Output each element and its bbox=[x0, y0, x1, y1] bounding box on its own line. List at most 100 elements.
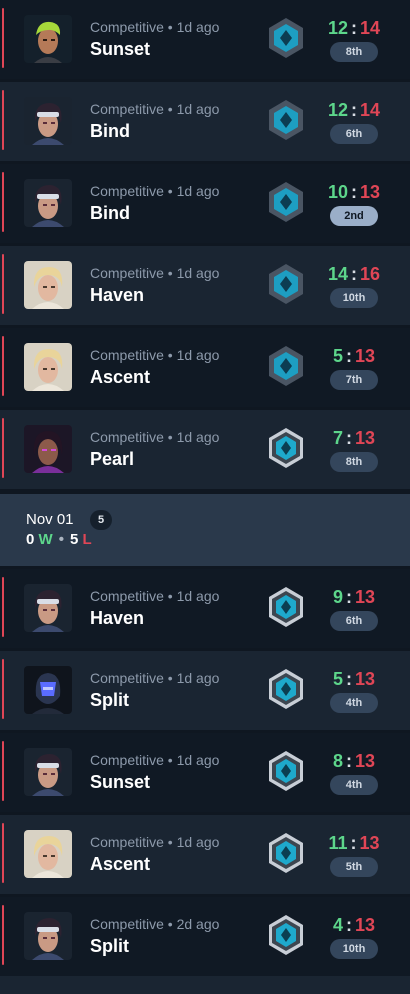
placement-badge: 5th bbox=[330, 857, 378, 877]
agent-avatar bbox=[24, 425, 72, 473]
map-name: Bind bbox=[90, 121, 130, 141]
match-row[interactable]: Competitive • 1d ago Split 5:13 4th bbox=[0, 651, 410, 730]
rounds-won: 5 bbox=[332, 346, 343, 366]
day-date: Nov 01 bbox=[26, 511, 74, 528]
agent-avatar bbox=[24, 343, 72, 391]
map-name: Ascent bbox=[90, 367, 151, 387]
agent-avatar bbox=[24, 97, 72, 145]
match-row[interactable]: Competitive • 1d ago Ascent 5:13 7th bbox=[0, 328, 410, 407]
rounds-lost: 16 bbox=[360, 264, 381, 284]
rounds-won: 7 bbox=[332, 428, 343, 448]
day-record: 0 W • 5 L bbox=[26, 531, 92, 548]
rank-icon bbox=[264, 913, 308, 957]
map-name: Split bbox=[90, 690, 129, 710]
rounds-won: 9 bbox=[332, 587, 343, 607]
rank-icon bbox=[264, 262, 308, 306]
match-score: 5:13 bbox=[318, 346, 390, 367]
match-mode-time: Competitive • 1d ago bbox=[90, 265, 220, 281]
rank-icon bbox=[264, 749, 308, 793]
loss-indicator bbox=[2, 90, 4, 150]
agent-avatar bbox=[24, 584, 72, 632]
match-mode-time: Competitive • 1d ago bbox=[90, 834, 220, 850]
agent-avatar bbox=[24, 261, 72, 309]
placement-badge: 10th bbox=[330, 939, 378, 959]
score-separator: : bbox=[351, 182, 357, 202]
loss-indicator bbox=[2, 418, 4, 478]
loss-indicator bbox=[2, 905, 4, 965]
agent-avatar bbox=[24, 748, 72, 796]
agent-avatar bbox=[24, 830, 72, 878]
match-mode-time: Competitive • 1d ago bbox=[90, 347, 220, 363]
score-separator: : bbox=[345, 669, 352, 689]
match-score: 10:13 bbox=[318, 182, 390, 203]
rounds-lost: 14 bbox=[360, 18, 381, 38]
match-row[interactable]: Competitive • 1d ago Sunset 8:13 4th bbox=[0, 733, 410, 812]
rounds-won: 5 bbox=[332, 669, 343, 689]
match-score: 11:13 bbox=[318, 833, 390, 854]
match-mode-time: Competitive • 2d ago bbox=[90, 916, 220, 932]
rank-icon bbox=[264, 98, 308, 142]
match-score: 4:13 bbox=[318, 915, 390, 936]
score-separator: : bbox=[350, 833, 357, 853]
match-score: 9:13 bbox=[318, 587, 390, 608]
placement-badge: 2nd bbox=[330, 206, 378, 226]
score-separator: : bbox=[345, 751, 352, 771]
match-mode-time: Competitive • 1d ago bbox=[90, 670, 220, 686]
rank-icon bbox=[264, 180, 308, 224]
rounds-lost: 13 bbox=[354, 346, 376, 366]
rank-icon bbox=[264, 16, 308, 60]
rank-icon bbox=[264, 667, 308, 711]
placement-badge: 8th bbox=[330, 452, 378, 472]
map-name: Split bbox=[90, 936, 129, 956]
loss-indicator bbox=[2, 336, 4, 396]
match-row[interactable]: Competitive • 1d ago Haven 9:13 6th bbox=[0, 569, 410, 648]
loss-indicator bbox=[2, 659, 4, 719]
rank-icon bbox=[264, 344, 308, 388]
losses-label: L bbox=[82, 531, 92, 548]
match-mode-time: Competitive • 1d ago bbox=[90, 429, 220, 445]
match-score: 7:13 bbox=[318, 428, 390, 449]
score-separator: : bbox=[345, 915, 352, 935]
agent-avatar bbox=[24, 179, 72, 227]
match-count-badge: 5 bbox=[90, 510, 112, 530]
record-separator: • bbox=[58, 531, 64, 548]
wins-label: W bbox=[38, 531, 53, 548]
loss-indicator bbox=[2, 823, 4, 883]
day-summary-header[interactable]: Nov 01 5 0 W • 5 L bbox=[0, 494, 410, 566]
placement-badge: 8th bbox=[330, 42, 378, 62]
match-row[interactable]: Competitive • 1d ago Bind 12:14 6th bbox=[0, 82, 410, 161]
score-separator: : bbox=[345, 346, 352, 366]
rounds-lost: 13 bbox=[360, 182, 381, 202]
match-row[interactable]: Competitive • 1d ago Ascent 11:13 5th bbox=[0, 815, 410, 894]
match-score: 12:14 bbox=[318, 18, 390, 39]
loss-indicator bbox=[2, 172, 4, 232]
match-row[interactable]: Competitive • 1d ago Pearl 7:13 8th bbox=[0, 410, 410, 489]
rank-icon bbox=[264, 831, 308, 875]
score-separator: : bbox=[345, 428, 352, 448]
map-name: Bind bbox=[90, 203, 130, 223]
rank-icon bbox=[264, 585, 308, 629]
match-score: 12:14 bbox=[318, 100, 390, 121]
match-row[interactable]: Competitive • 1d ago Sunset 12:14 8th bbox=[0, 0, 410, 79]
match-mode-time: Competitive • 1d ago bbox=[90, 101, 220, 117]
match-mode-time: Competitive • 1d ago bbox=[90, 183, 220, 199]
placement-badge: 6th bbox=[330, 124, 378, 144]
rounds-lost: 13 bbox=[354, 669, 376, 689]
rounds-lost: 14 bbox=[360, 100, 381, 120]
match-history-list: Competitive • 1d ago Sunset 12:14 8th Co… bbox=[0, 0, 410, 994]
match-score: 8:13 bbox=[318, 751, 390, 772]
match-row[interactable]: Competitive • 1d ago Bind 10:13 2nd bbox=[0, 164, 410, 243]
map-name: Haven bbox=[90, 608, 145, 628]
score-separator: : bbox=[351, 100, 357, 120]
match-row[interactable]: Competitive • 1d ago Haven 14:16 10th bbox=[0, 246, 410, 325]
placement-badge: 10th bbox=[330, 288, 378, 308]
placement-badge: 7th bbox=[330, 370, 378, 390]
match-mode-time: Competitive • 1d ago bbox=[90, 752, 220, 768]
match-score: 14:16 bbox=[318, 264, 390, 285]
agent-avatar bbox=[24, 15, 72, 63]
rounds-won: 12 bbox=[327, 18, 348, 38]
placement-badge: 4th bbox=[330, 775, 378, 795]
map-name: Ascent bbox=[90, 854, 151, 874]
losses-count: 5 bbox=[69, 531, 79, 548]
match-row[interactable]: Competitive • 2d ago Split 4:13 10th bbox=[0, 897, 410, 976]
